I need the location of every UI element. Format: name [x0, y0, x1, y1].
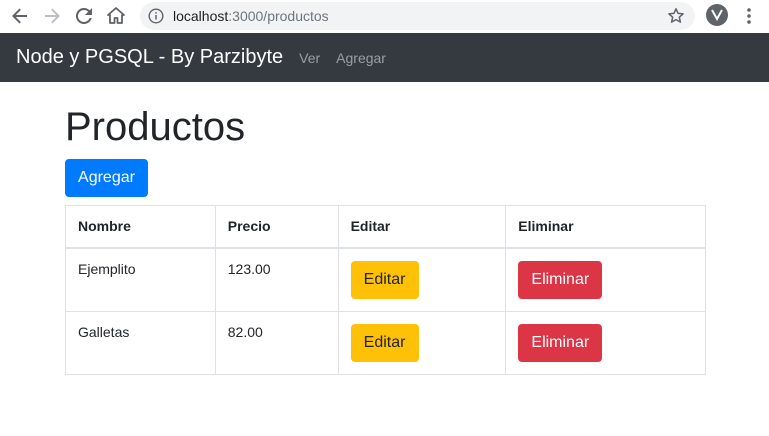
edit-button[interactable]: Editar: [350, 323, 419, 362]
delete-button[interactable]: Eliminar: [518, 260, 603, 299]
header-editar: Editar: [337, 205, 507, 249]
cell-nombre: Galletas: [65, 310, 216, 375]
url-host: localhost: [173, 8, 229, 24]
home-icon[interactable]: [105, 5, 127, 27]
info-icon[interactable]: [148, 8, 164, 24]
navbar: Node y PGSQL - By Parzibyte Ver Agregar: [0, 33, 769, 82]
url-path: :3000/productos: [228, 8, 329, 24]
products-table: Nombre Precio Editar Eliminar Ejemplito …: [65, 205, 706, 375]
table-header-row: Nombre Precio Editar Eliminar: [65, 205, 706, 249]
cell-precio: 123.00: [214, 247, 339, 312]
browser-toolbar: localhost:3000/productos: [0, 0, 769, 32]
reload-icon[interactable]: [73, 5, 95, 27]
cell-precio: 82.00: [214, 310, 339, 375]
delete-button[interactable]: Eliminar: [518, 323, 603, 362]
edit-button[interactable]: Editar: [350, 260, 419, 299]
nav-link-ver[interactable]: Ver: [299, 50, 320, 66]
extension-icon[interactable]: [706, 4, 728, 26]
cell-eliminar: Eliminar: [505, 247, 706, 312]
bookmark-star-icon[interactable]: [667, 7, 685, 25]
cell-editar: Editar: [337, 247, 507, 312]
cell-nombre: Ejemplito: [65, 247, 216, 312]
more-vert-icon[interactable]: [740, 5, 758, 27]
header-nombre: Nombre: [65, 205, 216, 249]
table-row: Ejemplito 123.00 Editar Eliminar: [65, 247, 706, 312]
header-precio: Precio: [214, 205, 339, 249]
header-eliminar: Eliminar: [505, 205, 706, 249]
table-row: Galletas 82.00 Editar Eliminar: [65, 310, 706, 375]
url-text[interactable]: localhost:3000/productos: [173, 8, 329, 24]
cell-editar: Editar: [337, 310, 507, 375]
main-content: Productos Agregar Nombre Precio Editar E…: [65, 82, 706, 375]
add-product-button[interactable]: Agregar: [65, 159, 148, 197]
forward-arrow-icon[interactable]: [41, 5, 63, 27]
page-title: Productos: [65, 105, 246, 149]
nav-link-agregar[interactable]: Agregar: [336, 50, 386, 66]
navbar-brand[interactable]: Node y PGSQL - By Parzibyte: [16, 46, 283, 69]
cell-eliminar: Eliminar: [505, 310, 706, 375]
back-arrow-icon[interactable]: [9, 5, 31, 27]
address-bar[interactable]: localhost:3000/productos: [140, 2, 695, 30]
